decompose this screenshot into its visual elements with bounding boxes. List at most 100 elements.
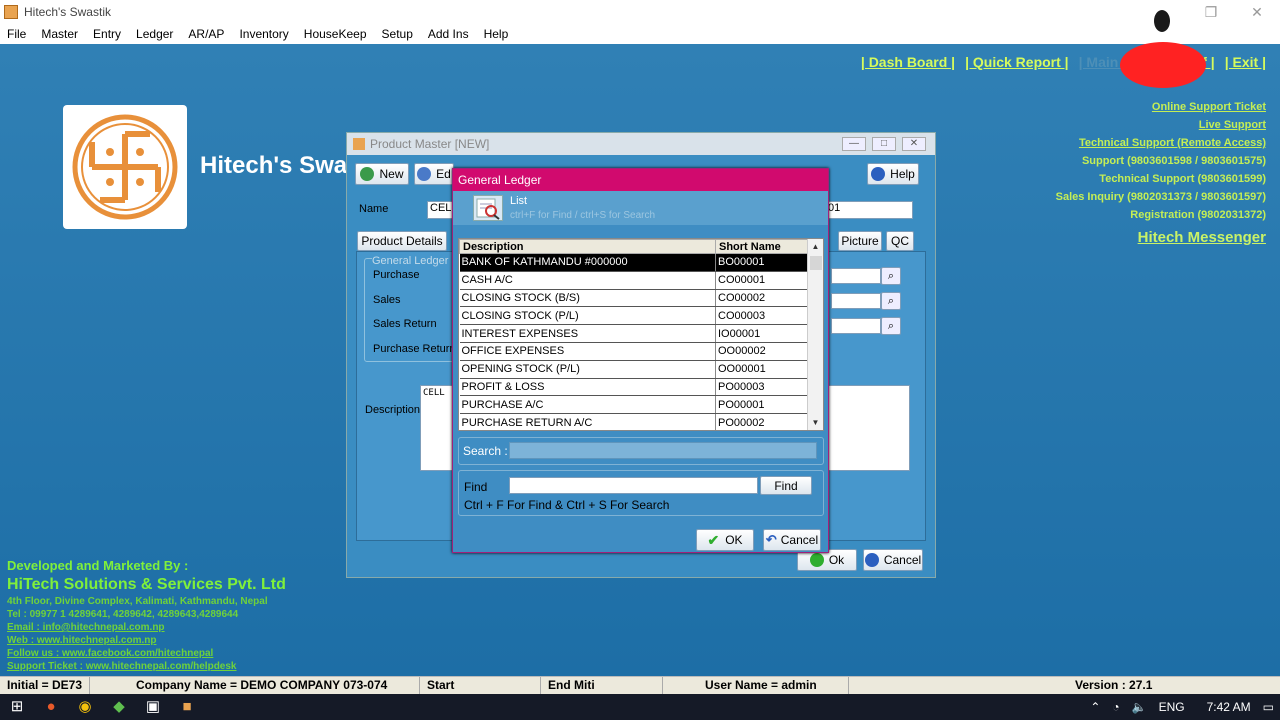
registration-phone: Registration (9802031372) (1130, 209, 1266, 221)
help-icon (871, 167, 886, 181)
help-button[interactable]: Help (867, 163, 919, 185)
new-button[interactable]: New (355, 163, 409, 185)
remote-support-link[interactable]: Technical Support (Remote Access) (1056, 134, 1266, 152)
list-magnifier-icon (473, 195, 503, 221)
windows-start-icon[interactable]: ⊞ (0, 694, 34, 720)
tab-qc[interactable]: QC (886, 231, 914, 251)
status-end-miti: End Miti =04/01/2074 (541, 677, 663, 709)
table-row[interactable]: PURCHASE RETURN A/C PO00002 (459, 413, 809, 430)
scroll-thumb[interactable] (810, 256, 822, 270)
menu-file[interactable]: File (7, 27, 26, 41)
dialog-cancel-label: Cancel (780, 533, 819, 547)
live-support-link[interactable]: Live Support (1056, 116, 1266, 134)
row-short-name: CO00001 (715, 271, 809, 290)
volume-icon[interactable]: 🔈 (1132, 700, 1147, 714)
list-title: List (510, 195, 528, 207)
developer-info: Developed and Marketed By : HiTech Solut… (7, 558, 286, 672)
tab-picture[interactable]: Picture (838, 231, 882, 251)
purchase-search-icon[interactable]: ⌕ (881, 267, 901, 285)
chrome-icon[interactable]: ◉ (68, 694, 102, 720)
menu-help[interactable]: Help (484, 27, 509, 41)
col-description[interactable]: Description (459, 239, 716, 254)
col-short-name[interactable]: Short Name (715, 239, 809, 254)
table-row[interactable]: INTEREST EXPENSES IO00001 (459, 324, 809, 343)
tab-product-details[interactable]: Product Details (357, 231, 447, 251)
firefox-icon[interactable]: ● (34, 694, 68, 720)
menu-inventory[interactable]: Inventory (239, 27, 288, 41)
search-label: Search : (463, 444, 508, 458)
ledger-group-label: General Ledger In (372, 255, 461, 267)
new-icon (360, 167, 375, 181)
table-row[interactable]: OFFICE EXPENSES OO00002 (459, 342, 809, 361)
menu-setup[interactable]: Setup (382, 27, 413, 41)
code-input[interactable]: 01 (823, 201, 913, 219)
developer-web-link[interactable]: Web : www.hitechnepal.com.np (7, 635, 286, 646)
menu-bar: File Master Entry Ledger AR/AP Inventory… (0, 24, 1280, 44)
clock[interactable]: 7:42 AM (1207, 700, 1251, 714)
table-row[interactable]: CLOSING STOCK (P/L) CO00003 (459, 306, 809, 326)
table-row[interactable]: PURCHASE A/C PO00001 (459, 395, 809, 415)
sales-return-search-icon[interactable]: ⌕ (881, 317, 901, 335)
ok-check-icon: ✔ (707, 531, 720, 548)
status-user: User Name = admin (663, 677, 849, 694)
table-row[interactable]: CASH A/C CO00001 (459, 271, 809, 290)
row-short-name: PO00002 (715, 413, 809, 430)
hitech-messenger-link[interactable]: Hitech Messenger (1138, 229, 1266, 246)
grid-scrollbar[interactable]: ▲ ▼ (807, 239, 823, 430)
purchase-ledger-input[interactable] (831, 268, 881, 284)
row-description: BANK OF KATHMANDU #000000 (459, 253, 716, 272)
sales-ledger-input[interactable] (831, 293, 881, 309)
app-window-icon[interactable]: ▣ (136, 694, 170, 720)
menu-ledger[interactable]: Ledger (136, 27, 173, 41)
product-master-titlebar: Product Master [NEW] — □ ✕ (347, 133, 935, 155)
find-button[interactable]: Find (760, 476, 812, 495)
swastik-taskbar-icon[interactable]: ■ (170, 694, 204, 720)
pm-maximize-button[interactable]: □ (872, 137, 896, 151)
table-row[interactable]: BANK OF KATHMANDU #000000 BO00001 (459, 253, 809, 272)
find-label: Find (464, 480, 488, 494)
developer-email-link[interactable]: Email : info@hitechnepal.com.np (7, 622, 286, 633)
app-green-icon[interactable]: ◆ (102, 694, 136, 720)
status-version: Version : 27.1 (1075, 678, 1153, 692)
pm-cancel-button[interactable]: Cancel (863, 549, 923, 571)
find-button-label: Find (774, 478, 798, 493)
table-row[interactable]: CLOSING STOCK (B/S) CO00002 (459, 289, 809, 308)
table-row[interactable]: OPENING STOCK (P/L) OO00001 (459, 360, 809, 379)
menu-master[interactable]: Master (41, 27, 78, 41)
row-description: INTEREST EXPENSES (459, 324, 716, 343)
pm-close-button[interactable]: ✕ (902, 137, 926, 151)
edit-label: Ed (436, 167, 451, 181)
notifications-icon[interactable]: ▭ (1263, 700, 1274, 714)
row-short-name: PO00003 (715, 378, 809, 397)
sales-search-icon[interactable]: ⌕ (881, 292, 901, 310)
language-indicator[interactable]: ENG (1159, 700, 1185, 714)
developer-facebook-link[interactable]: Follow us : www.facebook.com/hitechnepal (7, 648, 286, 659)
edit-button[interactable]: Ed (414, 163, 454, 185)
find-input[interactable] (509, 477, 758, 494)
scroll-down-icon[interactable]: ▼ (808, 415, 823, 430)
search-input[interactable] (509, 442, 817, 459)
table-row[interactable]: PROFIT & LOSS PO00003 (459, 378, 809, 397)
swastik-logo (63, 105, 187, 229)
menu-housekeep[interactable]: HouseKeep (304, 27, 367, 41)
technical-support-phone: Technical Support (9803601599) (1099, 173, 1266, 185)
tray-chevron-icon[interactable]: ⌃ (1090, 700, 1100, 714)
scroll-up-icon[interactable]: ▲ (808, 239, 823, 254)
quick-report-link[interactable]: | Quick Report | (965, 54, 1069, 70)
menu-addins[interactable]: Add Ins (428, 27, 469, 41)
sales-return-ledger-input[interactable] (831, 318, 881, 334)
developer-ticket-link[interactable]: Support Ticket : www.hitechnepal.com/hel… (7, 661, 286, 672)
dialog-ok-button[interactable]: ✔ OK (696, 529, 754, 551)
menu-entry[interactable]: Entry (93, 27, 121, 41)
dashboard-link[interactable]: | Dash Board | (861, 54, 955, 70)
pm-minimize-button[interactable]: — (842, 137, 866, 151)
close-button[interactable]: ✕ (1234, 0, 1280, 24)
pm-cancel-icon (864, 553, 879, 567)
network-icon[interactable]: ◔ (1112, 700, 1119, 714)
system-tray: ⌃ ◔ 🔈 ENG 7:42 AM ▭ (1078, 694, 1274, 720)
exit-link[interactable]: | Exit | (1225, 54, 1266, 70)
dialog-cancel-button[interactable]: ↶ Cancel (763, 529, 821, 551)
menu-arap[interactable]: AR/AP (188, 27, 224, 41)
online-support-ticket-link[interactable]: Online Support Ticket (1056, 98, 1266, 116)
window-title: Hitech's Swastik (24, 5, 111, 19)
